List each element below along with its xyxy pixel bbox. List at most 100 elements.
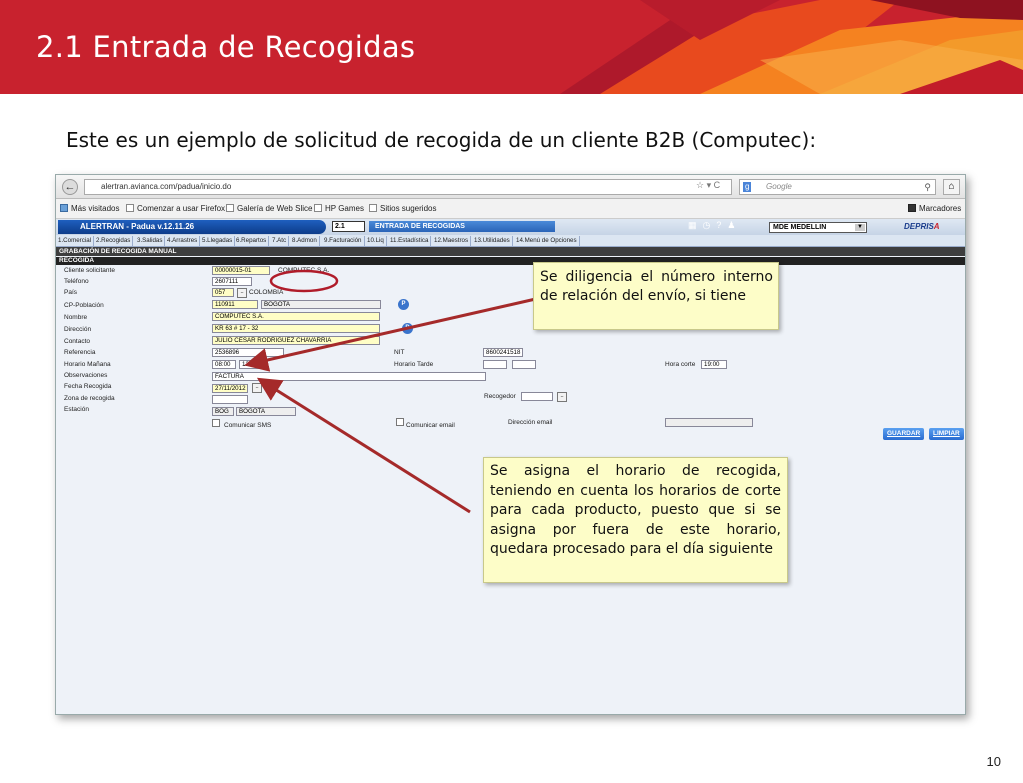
guardar-button[interactable]: GUARDAR	[883, 428, 925, 440]
app-header: ALERTRAN - Padua v.12.11.26 2.1 ENTRADA …	[56, 219, 965, 235]
back-arrow-icon[interactable]: ←	[62, 179, 78, 195]
module-tabs: 1.Comercial 2.Recogidas 3.Salidas 4.Arra…	[56, 235, 965, 247]
callout-referencia-text: Se diligencia el número interno de relac…	[540, 269, 773, 304]
label-recogedor: Recogedor	[484, 393, 516, 400]
label-fecha: Fecha Recogida	[64, 383, 112, 390]
bookmark-mas-visitados[interactable]: Más visitados	[60, 204, 119, 213]
contacto-field[interactable]: JULIO CESAR RODRIGUEZ CHAVARRIA	[212, 336, 380, 345]
label-comunicar-email: Comunicar email	[406, 422, 455, 429]
deprisa-logo: DEPRISA	[904, 222, 940, 231]
poblacion-info-button[interactable]: P	[398, 299, 409, 310]
zona-field[interactable]	[212, 395, 248, 404]
bookmark-hp-games[interactable]: HP Games	[314, 204, 364, 213]
tab-llegadas[interactable]: 5.Llegadas	[202, 236, 236, 246]
cliente-name: COMPUTEC S.A.	[278, 267, 330, 274]
label-nombre: Nombre	[64, 314, 88, 321]
cliente-code-field[interactable]: 00000015-01	[212, 266, 270, 275]
app-name: ALERTRAN - Padua v.12.11.26	[58, 220, 326, 234]
label-observaciones: Observaciones	[64, 372, 108, 379]
horario-manana-desde-field[interactable]: 08:00	[212, 360, 236, 369]
tab-arrastres[interactable]: 4.Arrastres	[167, 236, 201, 246]
cp-name-field: BOGOTA	[261, 300, 381, 309]
telefono-field[interactable]: 2607111	[212, 277, 252, 286]
label-referencia: Referencia	[64, 349, 96, 356]
horario-manana-hasta-field[interactable]: 12:00	[239, 360, 263, 369]
tab-salidas[interactable]: 3.Salidas	[137, 236, 166, 246]
horario-tarde-hasta-field[interactable]	[512, 360, 536, 369]
section-title: GRABACIÓN DE RECOGIDA MANUAL	[56, 247, 965, 256]
label-cp: CP-Población	[64, 302, 104, 309]
url-bar[interactable]: alertran.avianca.com/padua/inicio.do	[84, 179, 732, 195]
tab-admon[interactable]: 8.Admon	[292, 236, 320, 246]
horario-tarde-desde-field[interactable]	[483, 360, 507, 369]
reload-icon[interactable]: ☆ ▾ C	[696, 180, 720, 191]
tab-comercial[interactable]: 1.Comercial	[58, 236, 95, 246]
observaciones-field[interactable]: FACTURA	[212, 372, 486, 381]
intro-text: Este es un ejemplo de solicitud de recog…	[66, 128, 817, 152]
tab-recogidas[interactable]: 2.Recogidas	[96, 236, 134, 246]
comunicar-email-checkbox[interactable]	[396, 418, 404, 426]
comunicar-sms-checkbox[interactable]	[212, 419, 220, 427]
callout-referencia: Se diligencia el número interno de relac…	[533, 262, 779, 330]
search-input[interactable]: g Google ⚲	[739, 179, 936, 195]
direccion-email-field[interactable]	[665, 418, 753, 427]
label-horario-tarde: Horario Tarde	[394, 361, 434, 368]
direccion-field[interactable]: KR 63 # 17 - 32	[212, 324, 380, 333]
module-name: ENTRADA DE RECOGIDAS	[369, 221, 555, 232]
home-icon[interactable]: ⌂	[943, 179, 960, 195]
pais-name: COLOMBIA	[249, 289, 284, 296]
bookmark-sitios-sugeridos[interactable]: Sitios sugeridos	[369, 204, 436, 213]
title-banner: 2.1 Entrada de Recogidas	[0, 0, 1023, 94]
callout-horario: Se asigna el horario de recogida, tenien…	[483, 457, 788, 583]
label-horario-manana: Horario Mañana	[64, 361, 111, 368]
limpiar-button[interactable]: LIMPIAR	[929, 428, 964, 440]
tab-liq[interactable]: 10.Liq	[367, 236, 387, 246]
browser-window: ← alertran.avianca.com/padua/inicio.do ☆…	[55, 174, 966, 715]
nombre-field[interactable]: COMPUTEC S.A.	[212, 312, 380, 321]
direccion-info-button[interactable]: D	[402, 323, 413, 334]
label-pais: País	[64, 289, 78, 296]
label-nit: NIT	[394, 349, 405, 356]
recogedor-lookup-button[interactable]: ..	[557, 392, 567, 402]
pais-lookup-button[interactable]: ..	[237, 288, 247, 298]
label-contacto: Contacto	[64, 338, 91, 345]
header-tools-icon[interactable]: ▦◷?♟	[688, 220, 741, 231]
tab-menu-opciones[interactable]: 14.Menú de Opciones	[516, 236, 580, 246]
callout-horario-text: Se asigna el horario de recogida, tenien…	[490, 463, 781, 557]
fecha-field[interactable]: 27/11/2012	[212, 384, 248, 393]
browser-navbar: ← alertran.avianca.com/padua/inicio.do ☆…	[56, 175, 965, 199]
page-number: 10	[986, 754, 1001, 769]
slide-title: 2.1 Entrada de Recogidas	[36, 30, 416, 64]
office-select[interactable]: MDE MEDELLIN ▼	[769, 222, 867, 233]
tab-estadistica[interactable]: 11.Estadística	[390, 236, 432, 246]
hora-corte-field[interactable]: 19:00	[701, 360, 727, 369]
tab-maestros[interactable]: 12.Maestros	[434, 236, 472, 246]
label-hora-corte: Hora corte	[665, 361, 696, 368]
subsection-title: RECOGIDA	[56, 257, 965, 265]
label-direccion: Dirección	[64, 326, 92, 333]
search-icon[interactable]: ⚲	[924, 180, 931, 194]
label-zona: Zona de recogida	[64, 395, 115, 402]
bookmarks-menu[interactable]: Marcadores	[908, 204, 961, 213]
chevron-down-icon[interactable]: ▼	[855, 224, 865, 231]
cp-code-field[interactable]: 110911	[212, 300, 258, 309]
pais-code-field[interactable]: 057	[212, 288, 234, 297]
tab-facturacion[interactable]: 9.Facturación	[324, 236, 365, 246]
estacion-name-field: BOGOTA	[236, 407, 296, 416]
nit-field[interactable]: 8600241518	[483, 348, 523, 357]
tab-utilidades[interactable]: 13.Utilidades	[474, 236, 513, 246]
recogedor-field[interactable]	[521, 392, 553, 401]
url-text: alertran.avianca.com/padua/inicio.do	[101, 182, 232, 191]
module-number-input[interactable]: 2.1	[332, 221, 365, 232]
bookmark-web-slice[interactable]: Galería de Web Slice	[226, 204, 312, 213]
bookmarks-bar: Más visitados Comenzar a usar Firefox Ga…	[56, 199, 965, 219]
label-direccion-email: Dirección email	[508, 419, 553, 426]
tab-atc[interactable]: 7.Atc	[272, 236, 290, 246]
referencia-field[interactable]: 2536896	[212, 348, 284, 357]
tab-repartos[interactable]: 6.Repartos	[236, 236, 270, 246]
label-telefono: Teléfono	[64, 278, 89, 285]
estacion-code-field[interactable]: BOG	[212, 407, 234, 416]
google-icon: g	[743, 182, 752, 192]
calendar-icon[interactable]: ..	[252, 383, 262, 393]
bookmark-comenzar-firefox[interactable]: Comenzar a usar Firefox	[126, 204, 225, 213]
